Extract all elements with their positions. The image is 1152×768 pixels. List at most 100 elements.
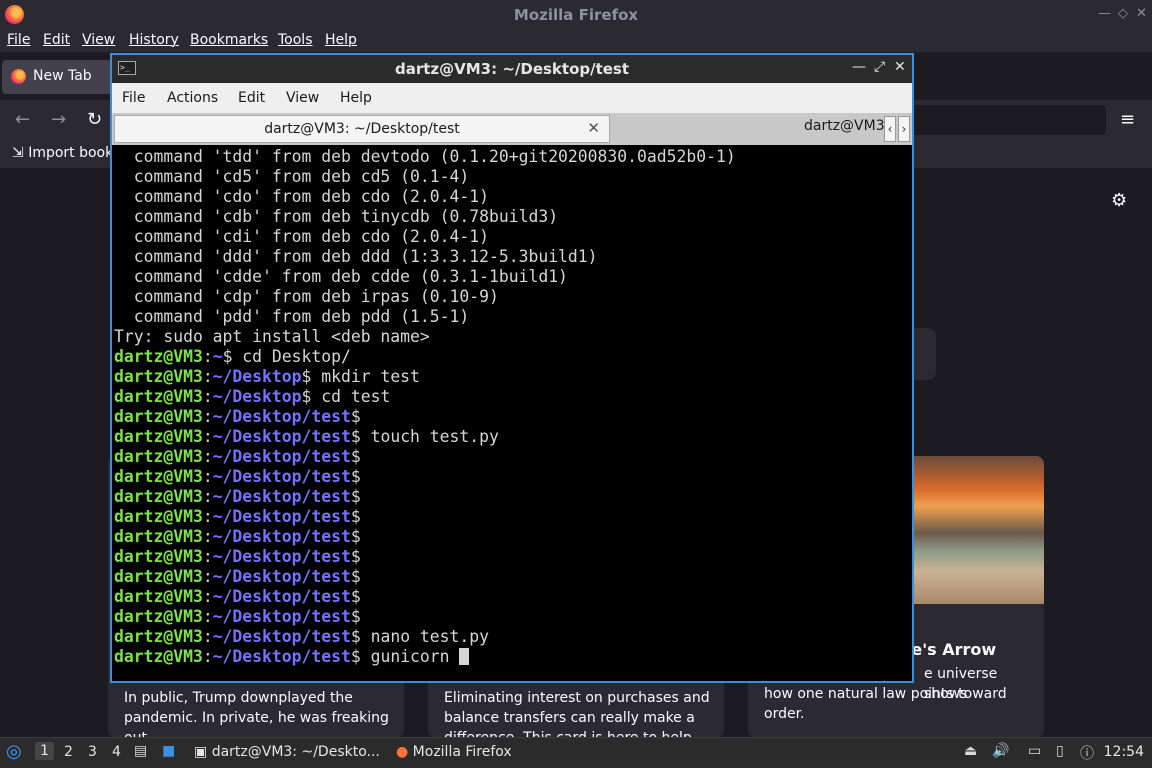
prompt-user: dartz@VM3 — [114, 447, 203, 466]
terminal-output-line: command 'cdo' from deb cdo (2.0.4-1) — [114, 187, 489, 206]
terminal-titlebar: >_ dartz@VM3: ~/Desktop/test — ⤢ ✕ — [112, 55, 912, 83]
terminal-output-line: command 'cdde' from deb cdde (0.3.1-1bui… — [114, 267, 568, 286]
firefox-window-title: Mozilla Firefox — [513, 6, 639, 24]
card-title: ne's Arrow — [900, 640, 997, 659]
prompt-user: dartz@VM3 — [114, 567, 203, 586]
menu-edit[interactable]: Edit — [43, 32, 70, 48]
terminal-output-line: command 'cdi' from deb cdo (2.0.4-1) — [114, 227, 489, 246]
menu-history[interactable]: History — [129, 32, 179, 48]
hamburger-menu-icon[interactable]: ≡ — [1120, 109, 1135, 130]
terminal-tab-label: dartz@VM3 — [804, 118, 885, 134]
prompt-user: dartz@VM3 — [114, 487, 203, 506]
prompt-path: ~/Desktop/test — [212, 447, 351, 466]
terminal-output-line: command 'tdd' from deb devtodo (0.1.20+g… — [114, 147, 736, 166]
text-cursor — [459, 648, 470, 665]
import-bookmarks-button[interactable]: ⇲ Import book — [12, 145, 113, 161]
prompt-path: ~/Desktop/test — [212, 607, 351, 626]
prompt-command: cd test — [311, 387, 391, 406]
gear-icon[interactable]: ⚙ — [1111, 190, 1127, 211]
import-bookmarks-label: Import book — [28, 145, 114, 161]
terminal-output[interactable]: command 'tdd' from deb devtodo (0.1.20+g… — [114, 147, 910, 679]
taskbar-terminal[interactable]: ▣ dartz@VM3: ~/Deskto... — [194, 744, 380, 760]
clipboard-icon[interactable]: ▯ — [1056, 743, 1064, 759]
terminal-prompt-line: dartz@VM3:~/Desktop/test$ — [114, 447, 361, 466]
firefox-menubar: File Edit View History Bookmarks Tools H… — [0, 30, 1152, 52]
taskbar: ◎ 1 2 3 4 ▤ ■ ▣ dartz@VM3: ~/Deskto... ●… — [0, 737, 1152, 768]
terminal-prompt-line: dartz@VM3:~/Desktop/test$ gunicorn — [114, 647, 910, 667]
url-bar[interactable] — [910, 105, 1106, 135]
card-text: pandemic. In private, he was freaking ou… — [124, 710, 389, 738]
terminal-output-line: command 'cdb' from deb tinycdb (0.78buil… — [114, 207, 559, 226]
firefox-icon: ● — [396, 744, 409, 760]
terminal-prompt-line: dartz@VM3:~/Desktop$ cd test — [114, 387, 391, 406]
minimize-icon[interactable]: — — [1098, 6, 1111, 21]
minimize-icon[interactable]: — — [852, 59, 866, 75]
prompt-user: dartz@VM3 — [114, 587, 203, 606]
prompt-user: dartz@VM3 — [114, 607, 203, 626]
start-menu-icon[interactable]: ◎ — [6, 741, 22, 762]
prompt-user: dartz@VM3 — [114, 387, 203, 406]
reload-icon[interactable]: ↻ — [87, 109, 102, 130]
workspace-3[interactable]: 3 — [88, 744, 97, 760]
prompt-path: ~/Desktop/test — [212, 507, 351, 526]
terminal-menu-edit[interactable]: Edit — [238, 90, 265, 106]
prompt-path: ~/Desktop/test — [212, 647, 351, 666]
terminal-menubar: File Actions Edit View Help — [112, 83, 912, 113]
workspace-2[interactable]: 2 — [64, 744, 73, 760]
terminal-tab-active[interactable]: dartz@VM3: ~/Desktop/test ✕ — [114, 115, 610, 143]
card-text: balance transfers can really make a — [444, 710, 695, 726]
close-icon[interactable]: ✕ — [1136, 6, 1147, 21]
file-manager-icon[interactable]: ▤ — [134, 743, 147, 759]
workspace-1[interactable]: 1 — [35, 742, 54, 760]
menu-bookmarks[interactable]: Bookmarks — [190, 32, 268, 48]
terminal-window: >_ dartz@VM3: ~/Desktop/test — ⤢ ✕ File … — [110, 53, 914, 683]
terminal-menu-view[interactable]: View — [286, 90, 319, 106]
prompt-path: ~/Desktop/test — [212, 467, 351, 486]
menu-tools[interactable]: Tools — [278, 32, 313, 48]
terminal-tabbar: dartz@VM3: ~/Desktop/test ✕ — [112, 113, 912, 145]
tab-new-tab[interactable]: New Tab — [2, 60, 112, 94]
menu-view[interactable]: View — [82, 32, 115, 48]
terminal-prompt-line: dartz@VM3:~/Desktop/test$ — [114, 567, 361, 586]
card-text: how one natural law points toward order. — [764, 686, 1007, 722]
prompt-command: cd Desktop/ — [232, 347, 351, 366]
back-icon[interactable]: ← — [15, 109, 30, 130]
close-icon[interactable]: ✕ — [894, 59, 906, 75]
prompt-path: ~/Desktop/test — [212, 427, 351, 446]
volume-icon[interactable]: 🔊 — [992, 743, 1009, 759]
terminal-prompt-line: dartz@VM3:~/Desktop/test$ — [114, 487, 361, 506]
tab-scroll-left-icon[interactable]: ‹ — [884, 116, 896, 142]
eject-icon[interactable]: ⏏ — [964, 743, 977, 759]
terminal-menu-file[interactable]: File — [122, 90, 145, 106]
terminal-menu-help[interactable]: Help — [340, 90, 372, 106]
forward-icon[interactable]: → — [51, 109, 66, 130]
prompt-command: touch test.py — [360, 427, 499, 446]
terminal-prompt-line: dartz@VM3:~/Desktop/test$ — [114, 547, 361, 566]
prompt-user: dartz@VM3 — [114, 547, 203, 566]
show-desktop-icon[interactable]: ■ — [162, 743, 175, 759]
terminal-prompt-line: dartz@VM3:~/Desktop/test$ — [114, 507, 361, 526]
taskbar-firefox[interactable]: ● Mozilla Firefox — [396, 744, 512, 760]
workspace-4[interactable]: 4 — [112, 744, 121, 760]
terminal-prompt-line: dartz@VM3:~/Desktop/test$ — [114, 467, 361, 486]
update-notification-icon[interactable]: ⓘ — [1080, 743, 1094, 763]
maximize-icon[interactable]: ◇ — [1118, 6, 1128, 21]
terminal-menu-actions[interactable]: Actions — [167, 90, 218, 106]
terminal-tab-label: dartz@VM3: ~/Desktop/test — [264, 121, 460, 137]
menu-file[interactable]: File — [7, 32, 30, 48]
maximize-icon[interactable]: ⤢ — [874, 59, 885, 75]
terminal-output-line: command 'cd5' from deb cd5 (0.1-4) — [114, 167, 470, 186]
firefox-titlebar: Mozilla Firefox — ◇ ✕ — [0, 0, 1152, 30]
menu-help[interactable]: Help — [325, 32, 357, 48]
firefox-tab-icon — [11, 69, 26, 84]
terminal-prompt-line: dartz@VM3:~/Desktop/test$ touch test.py — [114, 427, 499, 446]
prompt-command: nano test.py — [360, 627, 490, 646]
close-tab-icon[interactable]: ✕ — [587, 119, 600, 137]
terminal-window-title: dartz@VM3: ~/Desktop/test — [394, 60, 630, 78]
tab-scroll-right-icon[interactable]: › — [898, 116, 910, 142]
prompt-path: ~/Desktop/test — [212, 407, 351, 426]
prompt-path: ~/Desktop/test — [212, 527, 351, 546]
network-icon[interactable]: ▭ — [1028, 743, 1041, 759]
clock: 12:54 — [1103, 744, 1144, 760]
terminal-prompt-line: dartz@VM3:~/Desktop/test$ — [114, 607, 361, 626]
